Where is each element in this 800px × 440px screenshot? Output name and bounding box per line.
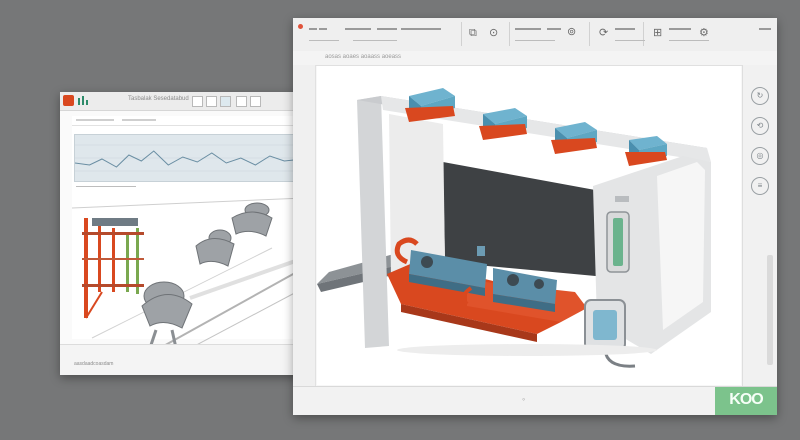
scrollbar[interactable] (767, 255, 773, 365)
separator (643, 22, 644, 46)
menu-item[interactable] (547, 28, 561, 30)
cad-window-foreground[interactable]: ⧉ ⊙ ⊚ ⟳ ⊞ ⚙ aosas aoaes aoaass aoeass ↻ … (293, 18, 777, 415)
viewing-window (443, 162, 617, 278)
refresh-icon[interactable]: ↻ (751, 87, 769, 105)
status-bar: aasdaadcoasdam (60, 344, 304, 375)
target-icon[interactable]: ◎ (751, 147, 769, 165)
status-text: aasdaadcoasdam (74, 361, 114, 367)
app-icon (298, 24, 303, 29)
title-bar[interactable]: Tasbalak Sesedatabud (60, 92, 304, 111)
drawing-canvas[interactable] (72, 116, 304, 358)
layers-icon[interactable]: ≡ (751, 177, 769, 195)
settings-icon[interactable]: ⚙ (699, 28, 709, 39)
menu-item[interactable] (377, 28, 397, 30)
compass-icon[interactable]: ⊚ (567, 27, 576, 38)
divider (76, 186, 136, 187)
tab-strip[interactable]: aosas aoaes aoaass aoeass (293, 51, 777, 66)
menu-item[interactable] (669, 28, 691, 30)
housing-left-wall (357, 96, 389, 348)
waveform-panel (74, 134, 304, 182)
menu-item[interactable] (353, 40, 397, 41)
menu-item[interactable] (615, 28, 635, 30)
grid-icon[interactable]: ⊞ (653, 28, 662, 39)
menu-item[interactable] (319, 28, 327, 30)
app-icon (63, 95, 74, 106)
mechanical-drawing[interactable] (72, 188, 304, 358)
ribbon (72, 116, 304, 126)
menu-item[interactable] (759, 28, 771, 30)
waveform-graph (74, 144, 304, 172)
separator (589, 22, 590, 46)
toolbar-button[interactable] (206, 96, 217, 107)
sync-icon[interactable]: ⟳ (599, 28, 608, 39)
toolbar-button[interactable] (250, 96, 261, 107)
brand-label: KOO (729, 391, 763, 408)
menu-label[interactable]: Tasbalak Sesedatabud (128, 96, 189, 102)
separator (461, 22, 462, 46)
menu-item[interactable] (401, 28, 441, 30)
chart-icon (78, 98, 80, 105)
menu-item[interactable] (515, 28, 541, 30)
ribbon-label (76, 119, 114, 121)
machine-3d-model[interactable] (317, 66, 741, 385)
menu-item[interactable] (669, 40, 709, 41)
main-toolbar[interactable]: ⧉ ⊙ ⊚ ⟳ ⊞ ⚙ (293, 18, 777, 52)
toolbar-button[interactable] (236, 96, 247, 107)
bottom-bar: ◦ KOO (293, 386, 777, 415)
menu-item[interactable] (309, 40, 339, 41)
ribbon-label (122, 119, 156, 121)
right-tool-panel[interactable]: ↻ ⟲ ◎ ≡ (742, 65, 777, 387)
toolbar-button[interactable] (192, 96, 203, 107)
top-module-1 (405, 88, 455, 122)
tab-labels[interactable]: aosas aoaes aoaass aoeass (325, 54, 401, 60)
left-tool-rail[interactable] (293, 65, 316, 387)
truss-assembly (82, 218, 144, 319)
copy-icon[interactable]: ⧉ (469, 28, 477, 39)
cad-window-background[interactable]: Tasbalak Sesedatabud aasdaadcoasdam (60, 92, 304, 375)
separator (509, 22, 510, 46)
brand-badge: KOO (715, 387, 777, 415)
chart-icon-bar (82, 96, 84, 105)
menu-item[interactable] (615, 40, 645, 41)
toolbar-button[interactable] (220, 96, 231, 107)
3d-viewport[interactable] (317, 66, 741, 385)
center-indicator[interactable]: ◦ (522, 394, 525, 404)
top-module-4 (625, 136, 667, 166)
chart-icon-bar (86, 100, 88, 105)
search-icon[interactable]: ⊙ (489, 28, 498, 39)
menu-item[interactable] (309, 28, 317, 30)
rotate-icon[interactable]: ⟲ (751, 117, 769, 135)
menu-item[interactable] (515, 40, 555, 41)
menu-item[interactable] (345, 28, 371, 30)
